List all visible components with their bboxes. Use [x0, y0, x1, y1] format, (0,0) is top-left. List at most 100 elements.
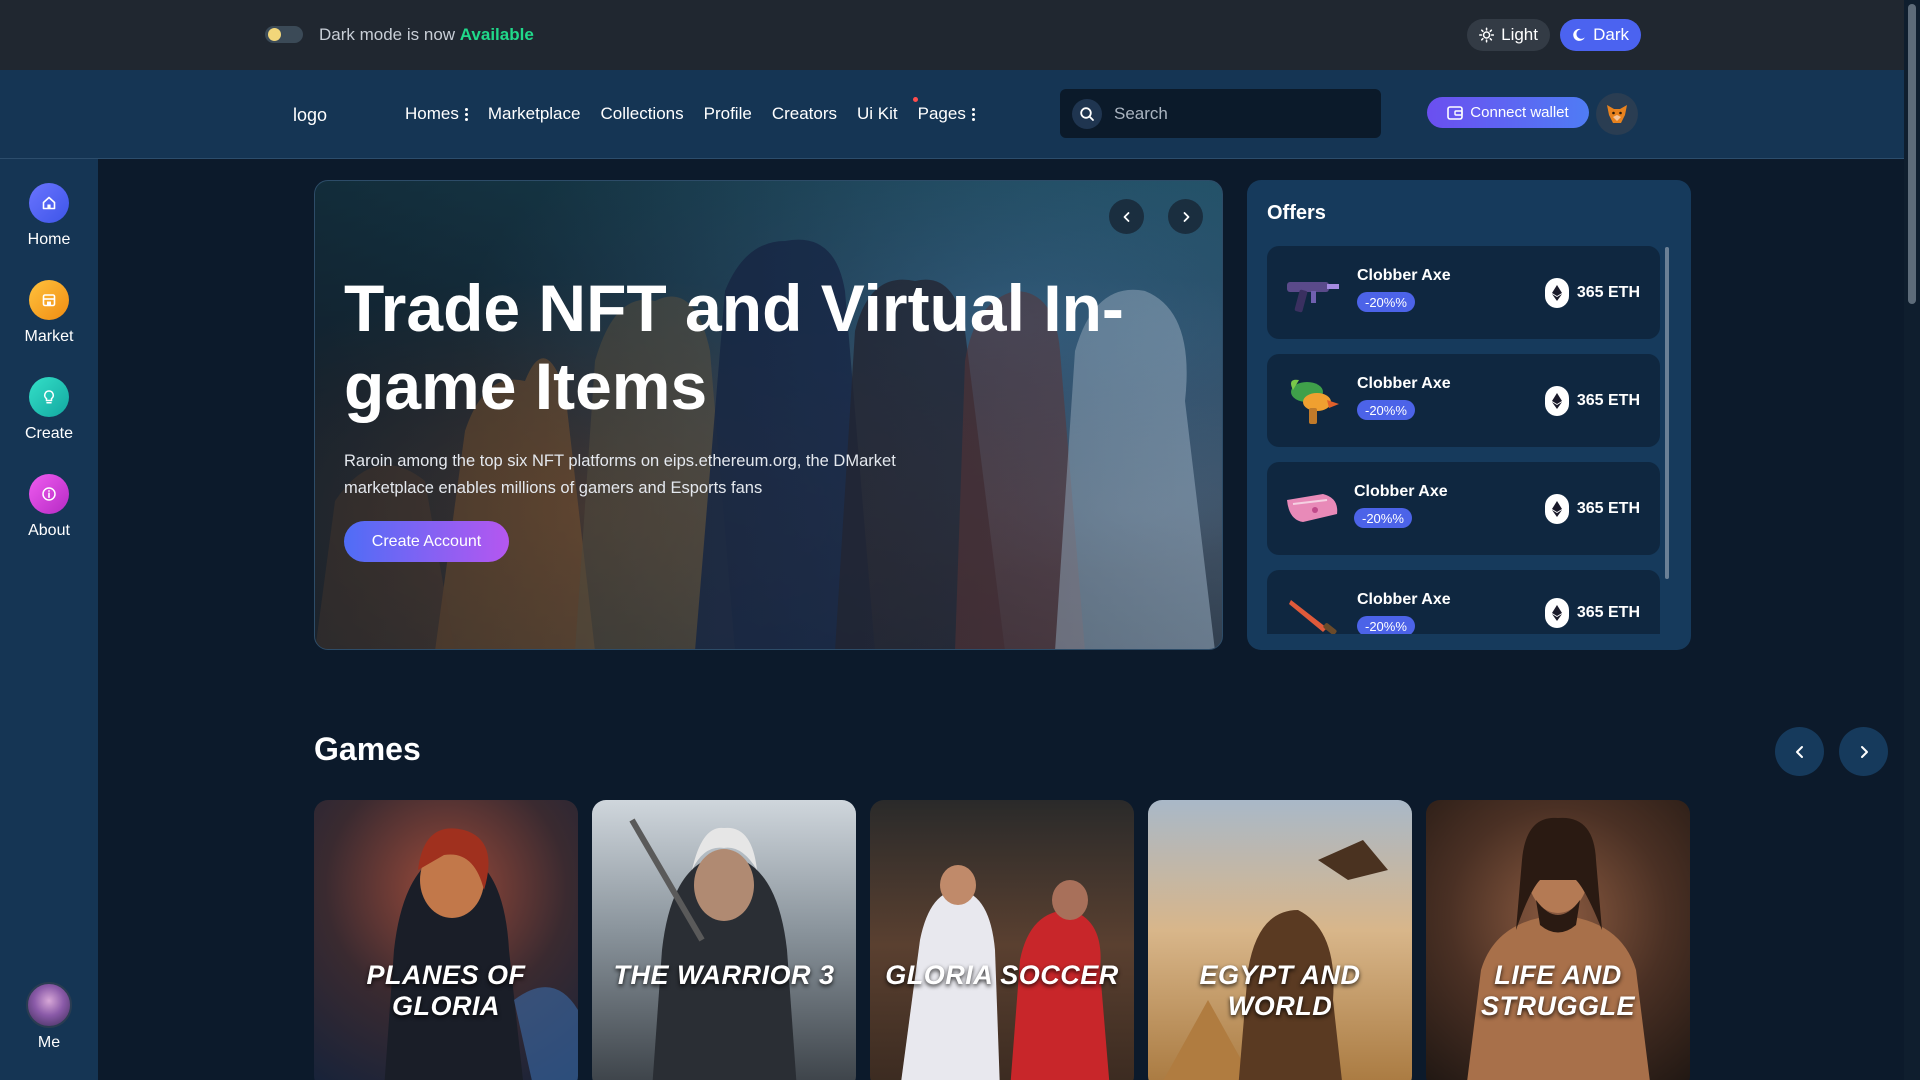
lightbulb-icon: [29, 377, 69, 417]
game-card-life-and-struggle[interactable]: LIFE AND STRUGGLE: [1426, 800, 1690, 1080]
create-account-button[interactable]: Create Account: [344, 521, 509, 562]
discount-badge: -20%%: [1354, 508, 1412, 528]
nav-item-creators[interactable]: Creators: [772, 104, 837, 124]
nav-item-label: Profile: [703, 104, 752, 123]
parrot-gun-thumb-icon: [1291, 379, 1339, 424]
nav-menu: Homes Marketplace Collections Profile Cr…: [405, 97, 975, 124]
game-title: THE WARRIOR 3: [613, 960, 835, 990]
game-cover-image: [384, 828, 578, 1080]
sidebar-item-label: Me: [37, 1034, 61, 1051]
sidebar-item-label: About: [28, 522, 70, 539]
game-card-egypt-and-world[interactable]: EGYPT AND WORLD: [1148, 800, 1412, 1080]
offer-card[interactable]: Clobber Axe -20%% 365 ETH: [1267, 570, 1660, 634]
moon-icon: [1573, 28, 1585, 41]
sidebar-item-me[interactable]: Me: [0, 982, 98, 1052]
game-card-the-warrior-3[interactable]: THE WARRIOR 3: [592, 800, 856, 1080]
chevron-left-icon: [1123, 211, 1129, 222]
game-cover-image: [1467, 817, 1650, 1080]
nav-item-ui-kit[interactable]: Ui Kit: [857, 104, 898, 124]
nav-item-collections[interactable]: Collections: [600, 104, 683, 124]
offer-card[interactable]: Clobber Axe -20%% 365 ETH: [1267, 354, 1660, 447]
offer-card[interactable]: Clobber Axe -20%% 365 ETH: [1267, 246, 1660, 339]
sidebar-item-create[interactable]: Create: [0, 377, 98, 443]
search-input[interactable]: [1114, 103, 1354, 124]
sidebar-item-market[interactable]: Market: [0, 280, 98, 346]
chevron-left-icon: [1795, 745, 1803, 758]
light-mode-button[interactable]: Light: [1467, 19, 1550, 51]
hero-prev-button[interactable]: [1109, 199, 1144, 234]
game-title: LIFE AND STRUGGLE: [1480, 960, 1635, 1021]
games-prev-button[interactable]: [1775, 727, 1824, 776]
dark-mode-button[interactable]: Dark: [1560, 19, 1641, 51]
games-section-title: Games: [314, 731, 421, 767]
offer-price: 365 ETH: [1544, 386, 1640, 416]
sun-icon: [1479, 27, 1495, 43]
nav-item-label: Homes: [405, 104, 459, 123]
offers-list: Clobber Axe -20%% 365 ETH Clobber Axe -2…: [1267, 246, 1669, 634]
connect-wallet-label: Connect wallet: [1470, 104, 1569, 121]
offer-price: 365 ETH: [1544, 494, 1640, 524]
app-root: Dark mode is now Available Light Dark lo…: [0, 0, 1920, 1080]
search-icon[interactable]: [1072, 98, 1102, 129]
nav-item-label: Creators: [771, 104, 837, 123]
game-card-gloria-soccer[interactable]: GLORIA SOCCER: [870, 800, 1134, 1080]
nav-item-profile[interactable]: Profile: [704, 104, 752, 124]
chevron-right-icon: [1860, 745, 1868, 758]
home-icon: [29, 183, 69, 223]
offer-price: 365 ETH: [1544, 598, 1640, 628]
connect-wallet-button[interactable]: Connect wallet: [1427, 97, 1589, 128]
games-next-button[interactable]: [1839, 727, 1888, 776]
ethereum-icon: [1544, 386, 1569, 416]
dark-mode-note: Dark mode is now Available: [319, 25, 534, 45]
toggle-knob: [268, 28, 281, 41]
metamask-fox-icon[interactable]: [1596, 93, 1638, 135]
dark-mode-label: Dark: [1593, 25, 1629, 44]
nav-item-pages[interactable]: Pages: [912, 97, 975, 124]
price-text: 365 ETH: [1576, 392, 1640, 409]
discount-badge: -20%%: [1357, 400, 1415, 420]
price-text: 365 ETH: [1576, 284, 1640, 301]
light-mode-label: Light: [1501, 25, 1538, 44]
game-title: PLANES OF GLORIA: [366, 960, 526, 1021]
page-scrollbar-thumb[interactable]: [1908, 4, 1916, 304]
ethereum-icon: [1544, 494, 1569, 524]
chevron-right-icon: [1183, 211, 1189, 222]
dark-mode-toggle[interactable]: [265, 26, 303, 43]
offers-scrollbar-thumb[interactable]: [1665, 247, 1669, 579]
sidebar-item-label: Create: [24, 425, 74, 442]
ethereum-icon: [1544, 278, 1569, 308]
dark-mode-banner: Dark mode is now Available Light Dark: [0, 0, 1904, 70]
wallet-icon: [1447, 105, 1464, 120]
dark-mode-note-text: Dark mode is now: [319, 25, 460, 44]
more-vertical-icon: [464, 107, 468, 121]
main-navbar: logo Homes Marketplace Collections Profi…: [0, 70, 1904, 159]
price-text: 365 ETH: [1576, 500, 1640, 517]
offer-card[interactable]: Clobber Axe -20%% 365 ETH: [1267, 462, 1660, 555]
nav-item-label: Ui Kit: [857, 104, 898, 123]
game-cover-image: [629, 818, 797, 1080]
offers-title: Offers: [1267, 202, 1326, 224]
left-sidebar: Home Market Create About Me: [0, 159, 98, 1080]
game-card-planes-of-gloria[interactable]: PLANES OF GLORIA: [314, 800, 578, 1080]
avatar: [26, 982, 72, 1028]
discount-badge: -20%%: [1357, 616, 1415, 634]
pink-glove-thumb-icon: [1287, 494, 1338, 522]
offers-panel: Offers Clobber Axe -20%% 365 ETH Clobber…: [1247, 180, 1691, 650]
hero-description: Raroin among the top six NFT platforms o…: [344, 452, 896, 497]
nav-item-marketplace[interactable]: Marketplace: [488, 104, 581, 124]
sidebar-item-about[interactable]: About: [0, 474, 98, 540]
game-title: EGYPT AND WORLD: [1199, 960, 1361, 1021]
game-cover-image: [901, 865, 1110, 1080]
sidebar-item-home[interactable]: Home: [0, 183, 98, 249]
price-text: 365 ETH: [1576, 604, 1640, 621]
offer-name: Clobber Axe: [1357, 591, 1451, 608]
sidebar-item-label: Market: [24, 328, 74, 345]
discount-badge: -20%%: [1357, 292, 1415, 312]
offer-name: Clobber Axe: [1354, 483, 1448, 500]
nav-item-homes[interactable]: Homes: [405, 104, 468, 124]
site-logo[interactable]: logo: [293, 105, 327, 126]
available-highlight: Available: [459, 25, 534, 44]
knife-thumb-icon: [1289, 600, 1337, 634]
hero-next-button[interactable]: [1168, 199, 1203, 234]
info-icon: [29, 474, 69, 514]
